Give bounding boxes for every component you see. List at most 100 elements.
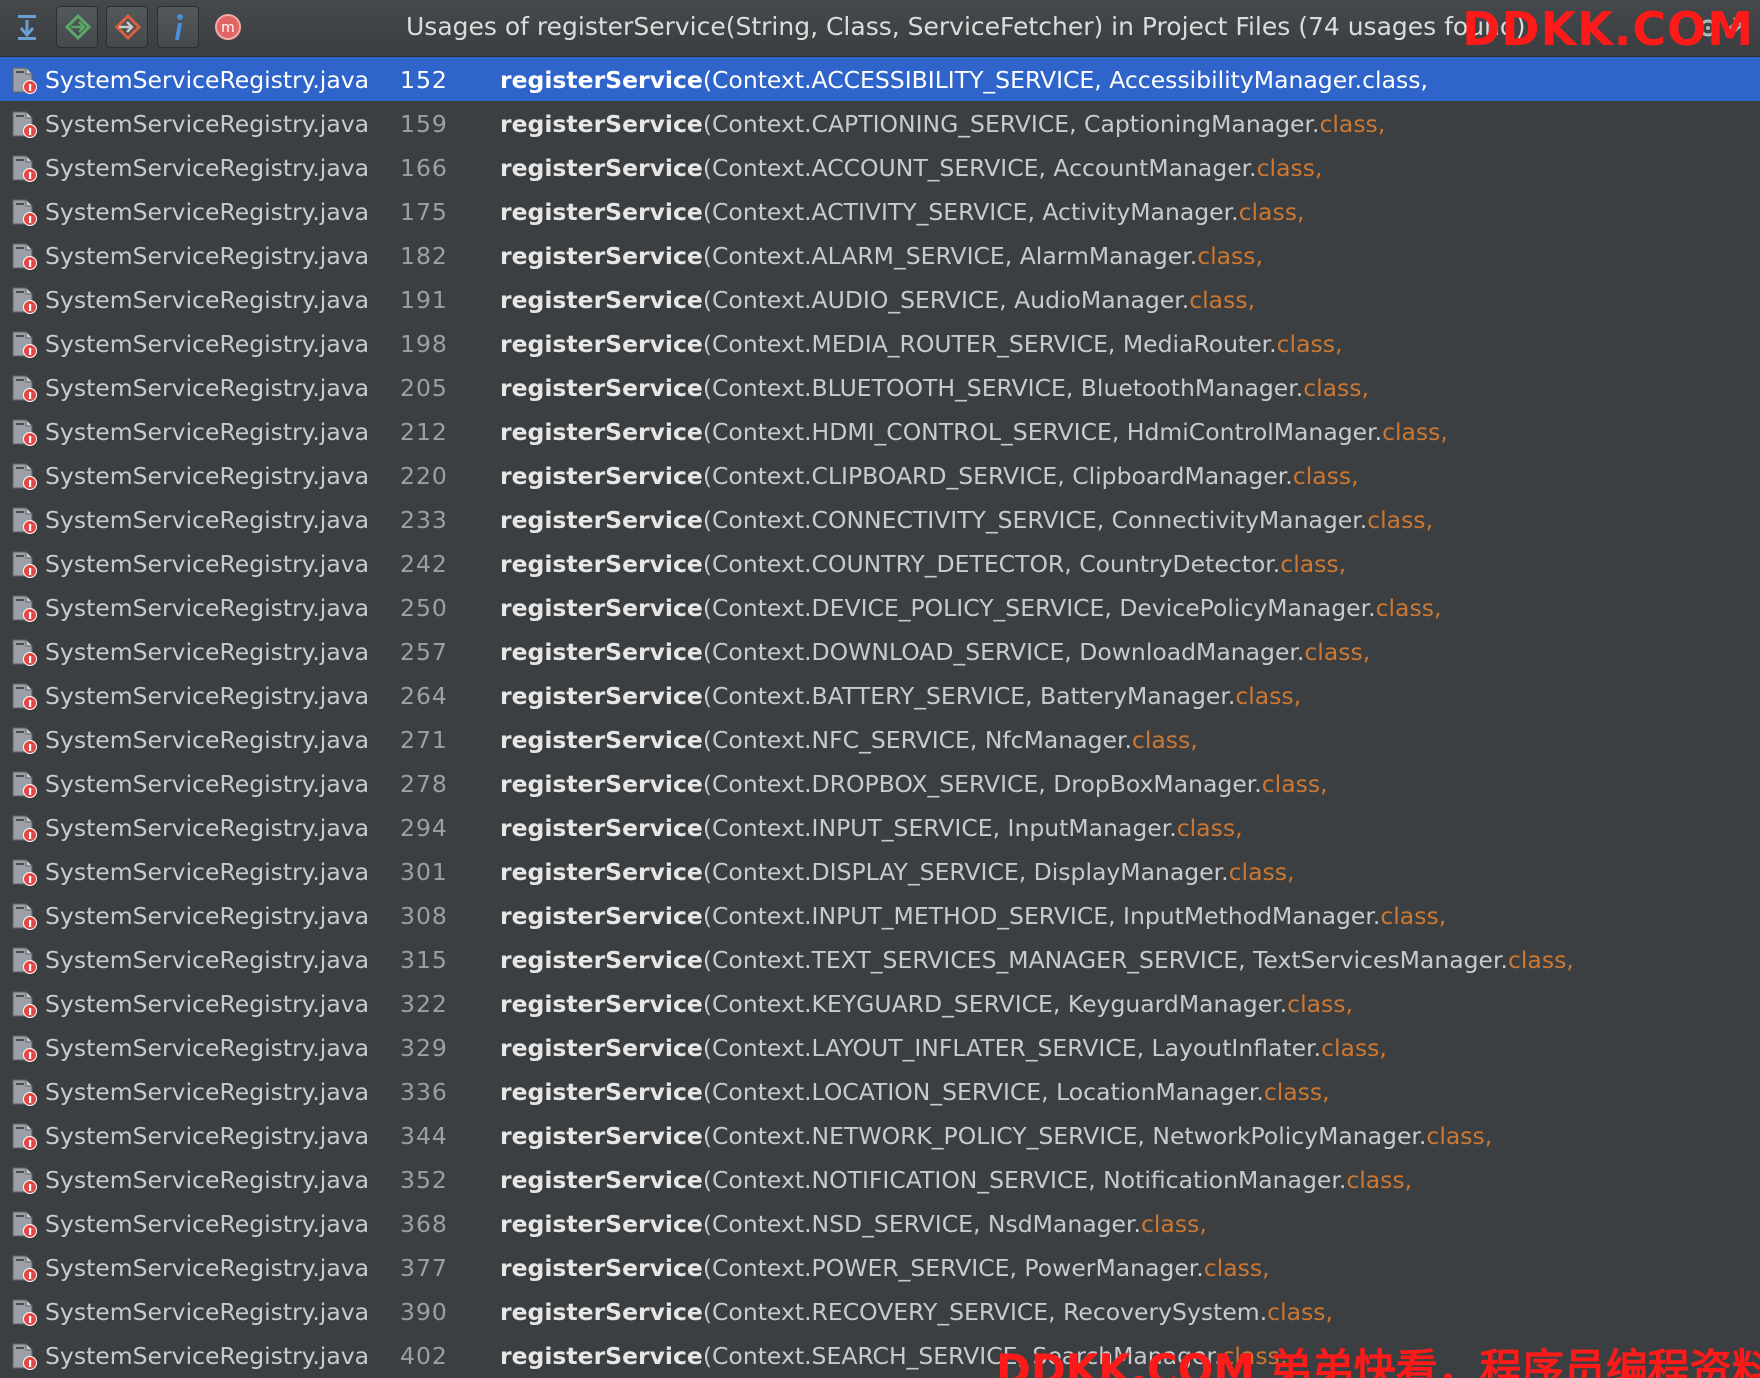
usage-file-name: SystemServiceRegistry.java: [45, 66, 370, 94]
usage-line-number: 191: [400, 286, 448, 314]
usage-trailing-comma: ,: [1286, 858, 1295, 886]
usage-row[interactable]: SystemServiceRegistry.java 377 registerSer…: [0, 1245, 1760, 1289]
usage-row[interactable]: SystemServiceRegistry.java 159 registerSer…: [0, 101, 1760, 145]
usage-method-name: registerService: [500, 242, 703, 270]
usage-row[interactable]: SystemServiceRegistry.java 233 registerSer…: [0, 497, 1760, 541]
usage-line-number: 315: [400, 946, 448, 974]
usage-method-name: registerService: [500, 286, 703, 314]
watermark-top: DDKK.COM: [1462, 2, 1754, 56]
usage-row[interactable]: SystemServiceRegistry.java 152 registerSer…: [0, 57, 1760, 101]
usage-row[interactable]: SystemServiceRegistry.java 182 registerSer…: [0, 233, 1760, 277]
java-file-icon: [11, 66, 37, 94]
usage-row[interactable]: SystemServiceRegistry.java 352 registerSer…: [0, 1157, 1760, 1201]
usage-file-name: SystemServiceRegistry.java: [45, 594, 370, 622]
usage-method-name: registerService: [500, 506, 703, 534]
usage-keyword: class: [1382, 418, 1441, 446]
usage-row[interactable]: SystemServiceRegistry.java 329 registerSer…: [0, 1025, 1760, 1069]
usage-trailing-comma: ,: [1425, 506, 1434, 534]
usage-file-name: SystemServiceRegistry.java: [45, 330, 370, 358]
usage-method-name: registerService: [500, 858, 703, 886]
usage-keyword: class: [1238, 198, 1297, 226]
usage-method-name: registerService: [500, 1122, 703, 1150]
usage-arguments: (Context.AUDIO_SERVICE, AudioManager.: [702, 286, 1190, 314]
usage-line-number: 294: [400, 814, 448, 842]
usage-row[interactable]: SystemServiceRegistry.java 198 registerSer…: [0, 321, 1760, 365]
usage-trailing-comma: ,: [1361, 374, 1370, 402]
usage-row[interactable]: SystemServiceRegistry.java 294 registerSer…: [0, 805, 1760, 849]
usage-method-name: registerService: [500, 1034, 703, 1062]
usage-row[interactable]: SystemServiceRegistry.java 390 registerSer…: [0, 1289, 1760, 1333]
usage-code-snippet: registerService(Context.DOWNLOAD_SERVICE…: [500, 638, 1370, 666]
usage-row[interactable]: SystemServiceRegistry.java 212 registerSer…: [0, 409, 1760, 453]
java-file-icon: [11, 198, 37, 226]
usage-code-snippet: registerService(Context.DISPLAY_SERVICE,…: [500, 858, 1294, 886]
usage-trailing-comma: ,: [1190, 726, 1198, 754]
java-file-icon: [11, 1210, 37, 1238]
usage-arguments: (Context.DEVICE_POLICY_SERVICE, DevicePo…: [702, 594, 1376, 622]
usage-line-number: 278: [400, 770, 448, 798]
usage-row[interactable]: SystemServiceRegistry.java 242 registerSer…: [0, 541, 1760, 585]
usage-file-name: SystemServiceRegistry.java: [45, 638, 370, 666]
usage-file-name: SystemServiceRegistry.java: [45, 154, 370, 182]
previous-usage-button[interactable]: [106, 6, 148, 48]
java-file-icon: [11, 990, 37, 1018]
usage-code-snippet: registerService(Context.NOTIFICATION_SER…: [500, 1166, 1412, 1194]
usage-trailing-comma: ,: [1433, 594, 1442, 622]
usage-code-snippet: registerService(Context.INPUT_METHOD_SER…: [500, 902, 1446, 930]
usage-row[interactable]: SystemServiceRegistry.java 264 registerSer…: [0, 673, 1760, 717]
usage-trailing-comma: ,: [1438, 902, 1447, 930]
usage-row[interactable]: SystemServiceRegistry.java 175 registerSer…: [0, 189, 1760, 233]
usage-trailing-comma: ,: [1338, 550, 1347, 578]
usage-row[interactable]: SystemServiceRegistry.java 191 registerSer…: [0, 277, 1760, 321]
usages-list: SystemServiceRegistry.java 152 registerSer…: [0, 57, 1760, 1377]
usage-line-number: 220: [400, 462, 448, 490]
usage-row[interactable]: SystemServiceRegistry.java 271 registerSer…: [0, 717, 1760, 761]
usage-trailing-comma: ,: [1255, 242, 1264, 270]
usage-file-name: SystemServiceRegistry.java: [45, 242, 370, 270]
java-file-icon: [11, 462, 37, 490]
usage-row[interactable]: SystemServiceRegistry.java 220 registerSer…: [0, 453, 1760, 497]
usage-file-name: SystemServiceRegistry.java: [45, 374, 370, 402]
usage-row[interactable]: SystemServiceRegistry.java 250 registerSer…: [0, 585, 1760, 629]
usage-method-name: registerService: [500, 638, 703, 666]
popup-toolbar: m Usages of registerService(String, Clas…: [0, 0, 1760, 57]
java-file-icon: [11, 418, 37, 446]
usage-row[interactable]: SystemServiceRegistry.java 322 registerSer…: [0, 981, 1760, 1025]
next-usage-button[interactable]: [56, 6, 98, 48]
usage-row[interactable]: SystemServiceRegistry.java 368 registerSer…: [0, 1201, 1760, 1245]
usage-method-name: registerService: [500, 1298, 703, 1326]
usage-row[interactable]: SystemServiceRegistry.java 308 registerSer…: [0, 893, 1760, 937]
usage-row[interactable]: SystemServiceRegistry.java 336 registerSer…: [0, 1069, 1760, 1113]
usage-line-number: 308: [400, 902, 448, 930]
usage-keyword: class: [1367, 506, 1426, 534]
usage-arguments: (Context.BATTERY_SERVICE, BatteryManager…: [702, 682, 1236, 710]
usage-row[interactable]: SystemServiceRegistry.java 301 registerSer…: [0, 849, 1760, 893]
usage-row[interactable]: SystemServiceRegistry.java 205 registerSer…: [0, 365, 1760, 409]
usage-row[interactable]: SystemServiceRegistry.java 166 registerSer…: [0, 145, 1760, 189]
usage-row[interactable]: SystemServiceRegistry.java 344 registerSer…: [0, 1113, 1760, 1157]
usage-arguments: (Context.DROPBOX_SERVICE, DropBoxManager…: [702, 770, 1262, 798]
usage-row[interactable]: SystemServiceRegistry.java 315 registerSer…: [0, 937, 1760, 981]
java-file-icon: [11, 902, 37, 930]
info-button[interactable]: [157, 6, 199, 48]
usage-row[interactable]: SystemServiceRegistry.java 257 registerSer…: [0, 629, 1760, 673]
usage-keyword: class: [1263, 1078, 1323, 1106]
watermark-bottom: DDKK.COM 弟弟快看，程序员编程资料站: [996, 1345, 1760, 1378]
usage-file-name: SystemServiceRegistry.java: [45, 1078, 370, 1106]
collapse-all-button[interactable]: [6, 6, 48, 48]
usage-trailing-comma: ,: [1420, 66, 1428, 94]
method-filter-button[interactable]: m: [208, 6, 250, 48]
usage-code-snippet: registerService(Context.INPUT_SERVICE, I…: [500, 814, 1243, 842]
java-file-icon: [11, 1166, 37, 1194]
usage-row[interactable]: SystemServiceRegistry.java 278 registerSer…: [0, 761, 1760, 805]
usage-code-snippet: registerService(Context.LOCATION_SERVICE…: [500, 1078, 1330, 1106]
usage-arguments: (Context.POWER_SERVICE, PowerManager.: [702, 1254, 1204, 1282]
usage-method-name: registerService: [500, 110, 703, 138]
usage-arguments: (Context.LAYOUT_INFLATER_SERVICE, Layout…: [702, 1034, 1322, 1062]
usage-keyword: class: [1287, 990, 1346, 1018]
java-file-icon: [11, 814, 37, 842]
usage-arguments: (Context.DOWNLOAD_SERVICE, DownloadManag…: [702, 638, 1305, 666]
usage-method-name: registerService: [500, 418, 703, 446]
usage-code-snippet: registerService(Context.COUNTRY_DETECTOR…: [500, 550, 1346, 578]
java-file-icon: [11, 770, 37, 798]
